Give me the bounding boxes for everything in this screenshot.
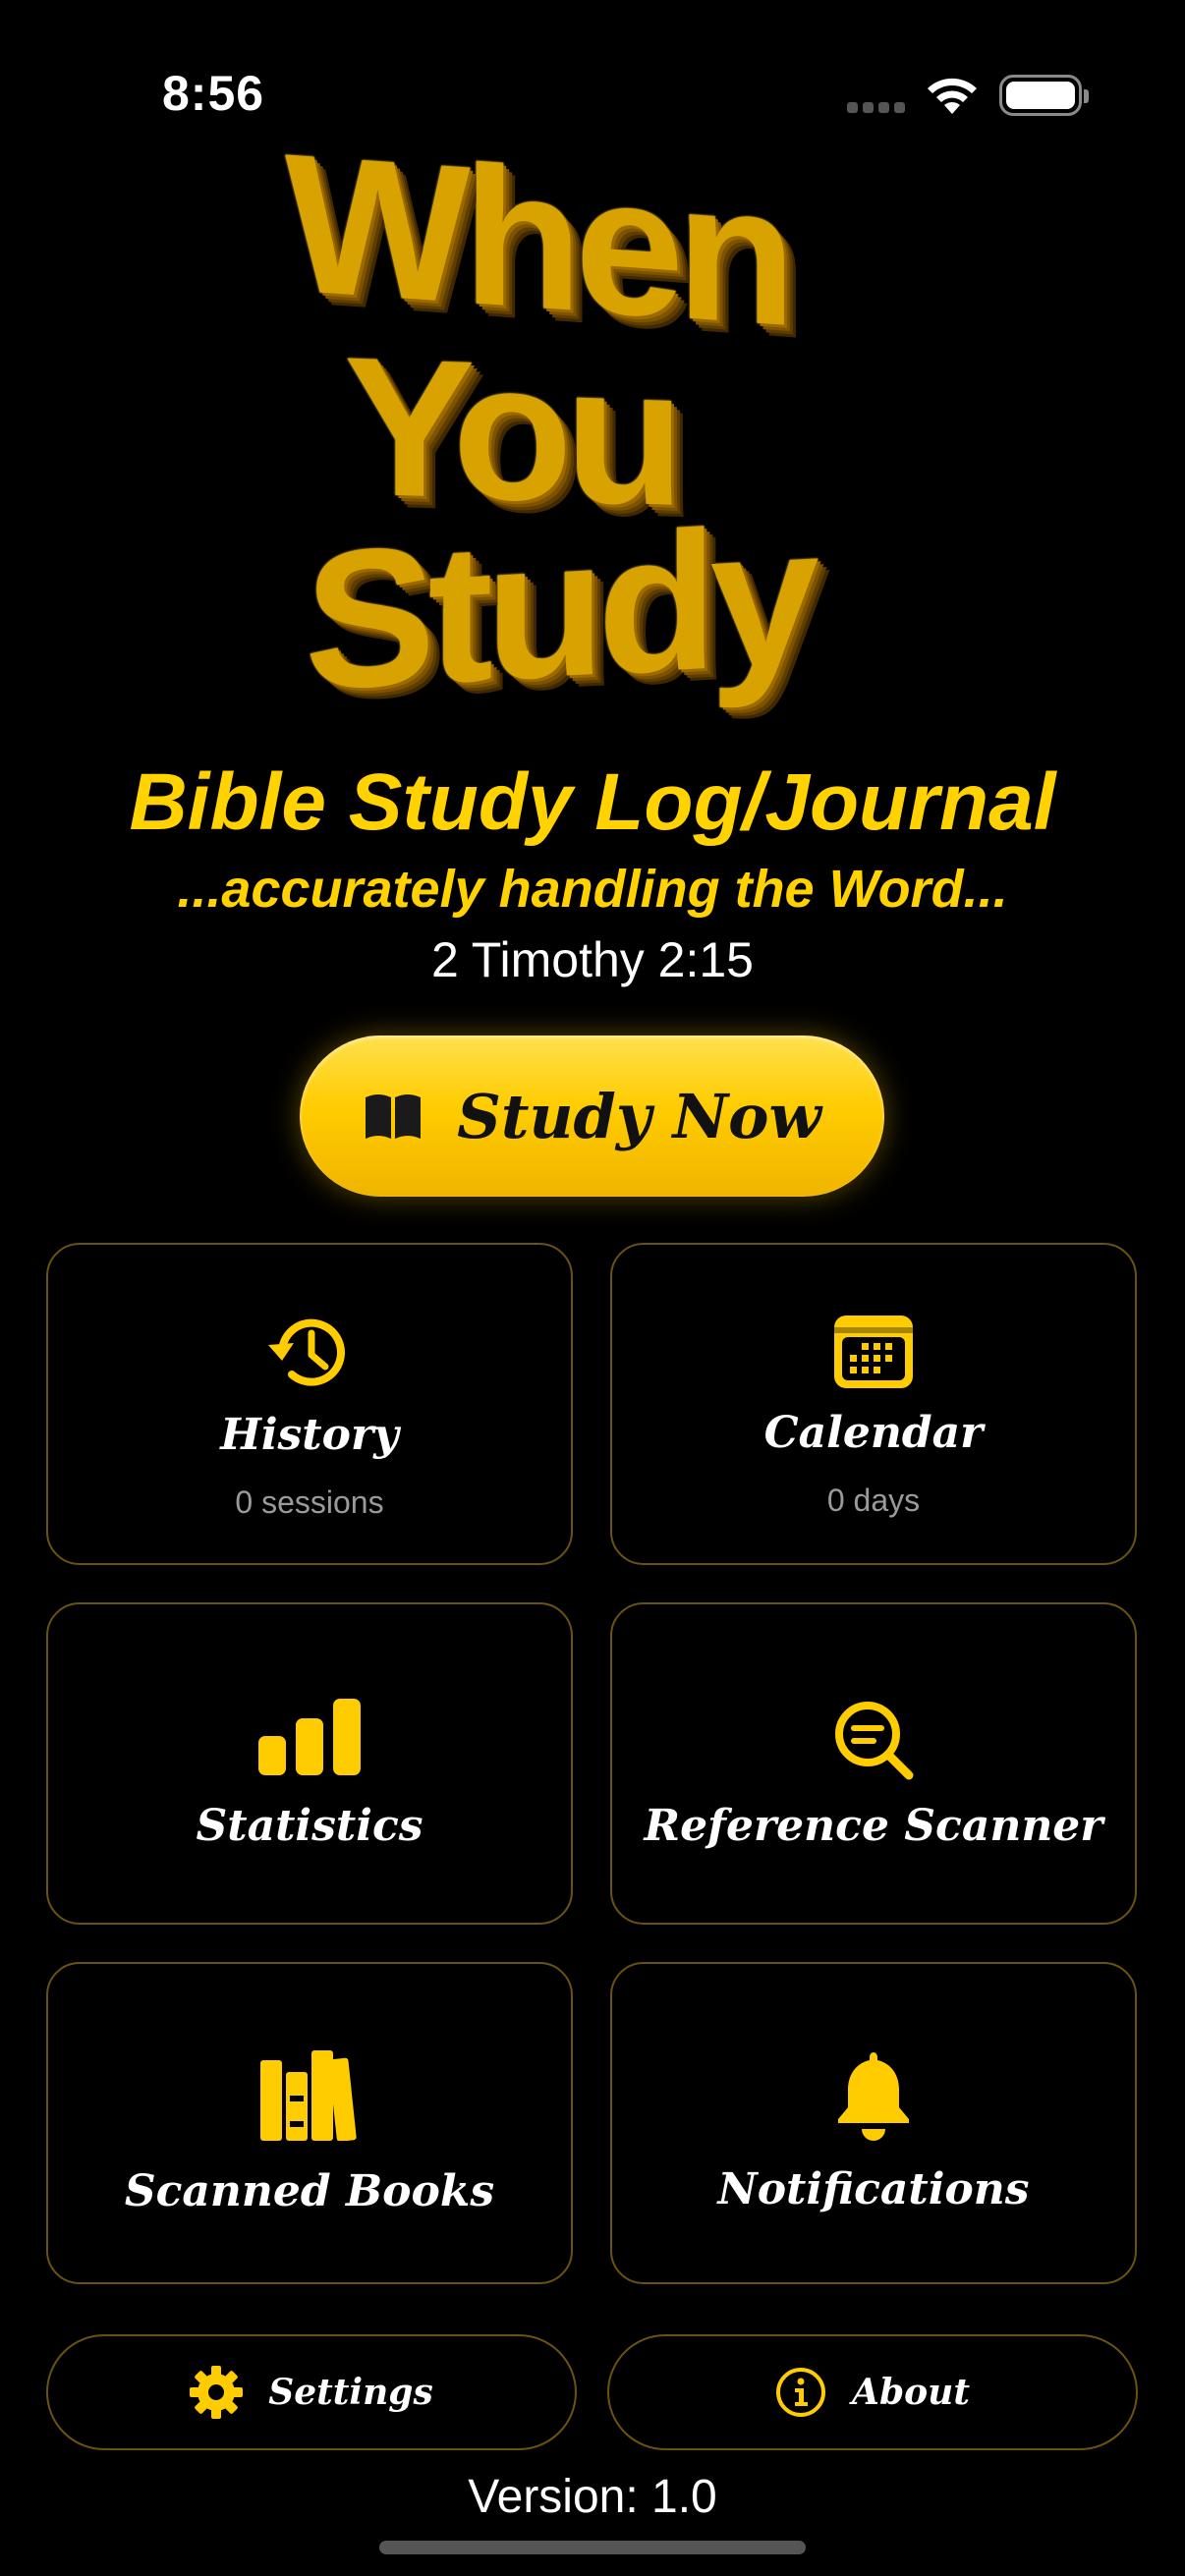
statistics-tile[interactable]: Statistics bbox=[46, 1602, 573, 1925]
app-version: Version: 1.0 bbox=[468, 2471, 717, 2523]
calendar-tile[interactable]: Calendar 0 days bbox=[610, 1243, 1137, 1565]
bell-icon bbox=[838, 2052, 909, 2141]
reference-scanner-title: Reference Scanner bbox=[644, 1801, 1103, 1851]
battery-icon bbox=[999, 75, 1089, 116]
info-icon bbox=[776, 2368, 826, 2417]
calendar-icon bbox=[834, 1316, 913, 1388]
logo-line-study: Study bbox=[305, 485, 812, 732]
about-button[interactable]: About bbox=[607, 2334, 1138, 2450]
gear-icon bbox=[190, 2366, 244, 2419]
settings-label: Settings bbox=[268, 2372, 433, 2413]
study-now-button[interactable]: Study Now bbox=[300, 1036, 884, 1197]
history-clock-icon bbox=[268, 1318, 345, 1386]
scripture-reference: 2 Timothy 2:15 bbox=[431, 932, 754, 987]
notifications-tile[interactable]: Notifications bbox=[610, 1962, 1137, 2284]
notifications-title: Notifications bbox=[717, 2164, 1030, 2214]
about-label: About bbox=[852, 2372, 970, 2413]
wifi-icon bbox=[928, 78, 977, 114]
bar-chart-icon bbox=[258, 1699, 361, 1775]
app-title: Bible Study Log/Journal bbox=[129, 757, 1056, 847]
status-time: 8:56 bbox=[162, 66, 265, 121]
books-icon bbox=[260, 2050, 357, 2141]
scanned-books-title: Scanned Books bbox=[124, 2166, 495, 2216]
history-tile[interactable]: History 0 sessions bbox=[46, 1243, 573, 1565]
scanned-books-tile[interactable]: Scanned Books bbox=[46, 1962, 573, 2284]
cellular-signal-icon bbox=[847, 102, 910, 116]
settings-button[interactable]: Settings bbox=[46, 2334, 577, 2450]
search-text-icon bbox=[835, 1702, 914, 1780]
app-subtitle: ...accurately handling the Word... bbox=[177, 860, 1008, 919]
app-logo: When You Study bbox=[285, 113, 914, 732]
home-indicator[interactable] bbox=[379, 2541, 806, 2554]
calendar-title: Calendar bbox=[763, 1408, 984, 1458]
book-open-icon bbox=[366, 1094, 422, 1139]
history-title: History bbox=[220, 1410, 399, 1460]
calendar-count: 0 days bbox=[826, 1483, 921, 1518]
study-now-label: Study Now bbox=[457, 1080, 821, 1152]
reference-scanner-tile[interactable]: Reference Scanner bbox=[610, 1602, 1137, 1925]
statistics-title: Statistics bbox=[196, 1801, 423, 1851]
history-count: 0 sessions bbox=[235, 1484, 384, 1520]
